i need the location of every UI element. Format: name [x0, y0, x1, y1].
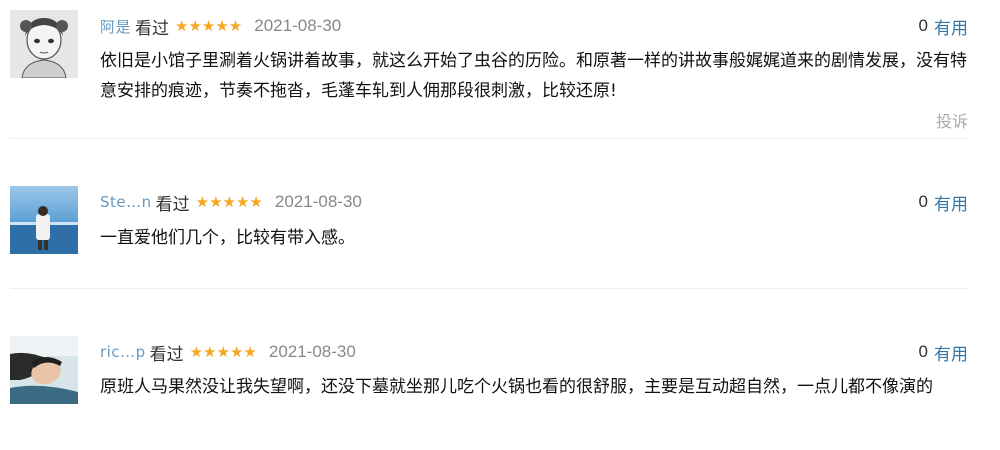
useful-vote: 0 有用 [918, 190, 968, 215]
comment-date: 2021-08-30 [274, 192, 362, 211]
watched-label: 看过 [149, 344, 184, 365]
rating-stars: ★★★★★ [175, 17, 243, 35]
useful-vote: 0 有用 [918, 340, 968, 365]
comment-text: 依旧是小馆子里涮着火锅讲着故事，就这么开始了虫谷的历险。和原著一样的讲故事般娓娓… [100, 51, 967, 101]
report-link[interactable]: 投诉 [936, 108, 968, 132]
rating-stars: ★★★★★ [189, 343, 257, 361]
watched-label: 看过 [135, 18, 170, 39]
username-link[interactable]: 阿是 [100, 16, 131, 37]
useful-count: 0 [918, 342, 928, 361]
avatar[interactable] [10, 10, 78, 78]
avatar[interactable] [10, 336, 78, 404]
avatar-portrait-photo [10, 336, 78, 404]
comment-meta: ric…p 看过 ★★★★★ 2021-08-30 [100, 340, 356, 365]
useful-count: 0 [918, 192, 928, 211]
username-link[interactable]: Ste…n [100, 193, 152, 211]
comment-text: 一直爱他们几个，比较有带入感。 [100, 228, 355, 248]
avatar-seaside-photo [10, 186, 78, 254]
comment-text: 原班人马果然没让我失望啊，还没下墓就坐那儿吃个火锅也看的很舒服，主要是互动超自然… [100, 377, 933, 397]
useful-button[interactable]: 有用 [934, 340, 968, 365]
avatar-sketch-girl [10, 10, 78, 78]
comment-date: 2021-08-30 [254, 16, 342, 35]
divider [10, 138, 968, 139]
useful-count: 0 [918, 16, 928, 35]
useful-button[interactable]: 有用 [934, 14, 968, 39]
watched-label: 看过 [155, 194, 190, 215]
avatar[interactable] [10, 186, 78, 254]
comment-meta: 阿是 看过 ★★★★★ 2021-08-30 [100, 14, 342, 39]
divider [10, 288, 968, 289]
rating-stars: ★★★★★ [195, 193, 263, 211]
useful-vote: 0 有用 [918, 14, 968, 39]
comment-date: 2021-08-30 [268, 342, 356, 361]
comment-meta: Ste…n 看过 ★★★★★ 2021-08-30 [100, 190, 362, 215]
username-link[interactable]: ric…p [100, 343, 146, 361]
useful-button[interactable]: 有用 [934, 190, 968, 215]
